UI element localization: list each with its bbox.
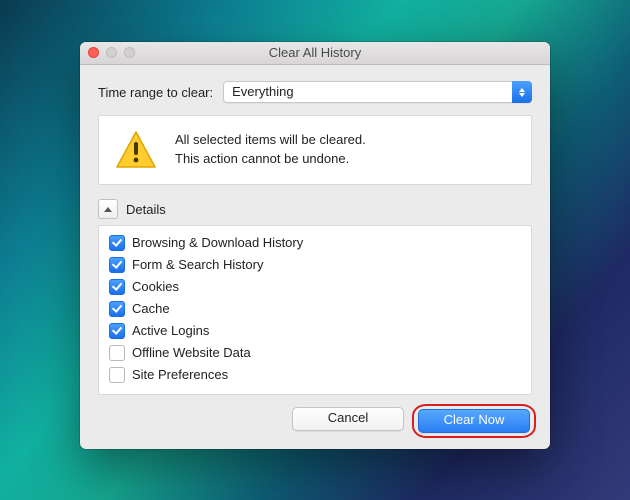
details-toggle[interactable]	[98, 199, 118, 219]
zoom-icon	[124, 47, 135, 58]
clear-now-highlight: Clear Now	[416, 407, 532, 435]
list-item: Offline Website Data	[109, 342, 521, 364]
window-controls	[88, 47, 135, 58]
time-range-label: Time range to clear:	[98, 85, 213, 100]
checkbox[interactable]	[109, 257, 125, 273]
dialog-content: Time range to clear: Everything	[80, 65, 550, 449]
clear-now-button[interactable]: Clear Now	[418, 409, 530, 433]
close-icon[interactable]	[88, 47, 99, 58]
cancel-button[interactable]: Cancel	[292, 407, 404, 431]
list-item-label: Site Preferences	[132, 366, 228, 384]
list-item-label: Cookies	[132, 278, 179, 296]
minimize-icon	[106, 47, 117, 58]
details-header: Details	[98, 199, 532, 219]
time-range-value: Everything	[223, 81, 532, 103]
desktop-background: Clear All History Time range to clear: E…	[0, 0, 630, 500]
list-item: Site Preferences	[109, 364, 521, 386]
list-item: Form & Search History	[109, 254, 521, 276]
list-item-label: Active Logins	[132, 322, 209, 340]
checkbox[interactable]	[109, 301, 125, 317]
warning-panel: All selected items will be cleared. This…	[98, 115, 532, 185]
checkbox[interactable]	[109, 345, 125, 361]
list-item: Active Logins	[109, 320, 521, 342]
list-item-label: Browsing & Download History	[132, 234, 303, 252]
list-item: Cache	[109, 298, 521, 320]
list-item-label: Cache	[132, 300, 170, 318]
window-title: Clear All History	[269, 45, 361, 60]
list-item: Browsing & Download History	[109, 232, 521, 254]
warning-line-1: All selected items will be cleared.	[175, 131, 366, 150]
warning-line-2: This action cannot be undone.	[175, 150, 366, 169]
details-list: Browsing & Download History Form & Search…	[98, 225, 532, 395]
details-label: Details	[126, 202, 166, 217]
warning-text: All selected items will be cleared. This…	[175, 131, 366, 169]
time-range-row: Time range to clear: Everything	[98, 81, 532, 103]
checkbox[interactable]	[109, 235, 125, 251]
chevron-up-icon	[104, 207, 112, 212]
button-row: Cancel Clear Now	[98, 407, 532, 435]
updown-icon	[512, 81, 532, 103]
checkbox[interactable]	[109, 323, 125, 339]
warning-icon	[115, 130, 157, 170]
list-item: Cookies	[109, 276, 521, 298]
list-item-label: Offline Website Data	[132, 344, 251, 362]
checkbox[interactable]	[109, 279, 125, 295]
checkbox[interactable]	[109, 367, 125, 383]
titlebar: Clear All History	[80, 42, 550, 65]
clear-history-dialog: Clear All History Time range to clear: E…	[80, 42, 550, 449]
time-range-select[interactable]: Everything	[223, 81, 532, 103]
list-item-label: Form & Search History	[132, 256, 263, 274]
